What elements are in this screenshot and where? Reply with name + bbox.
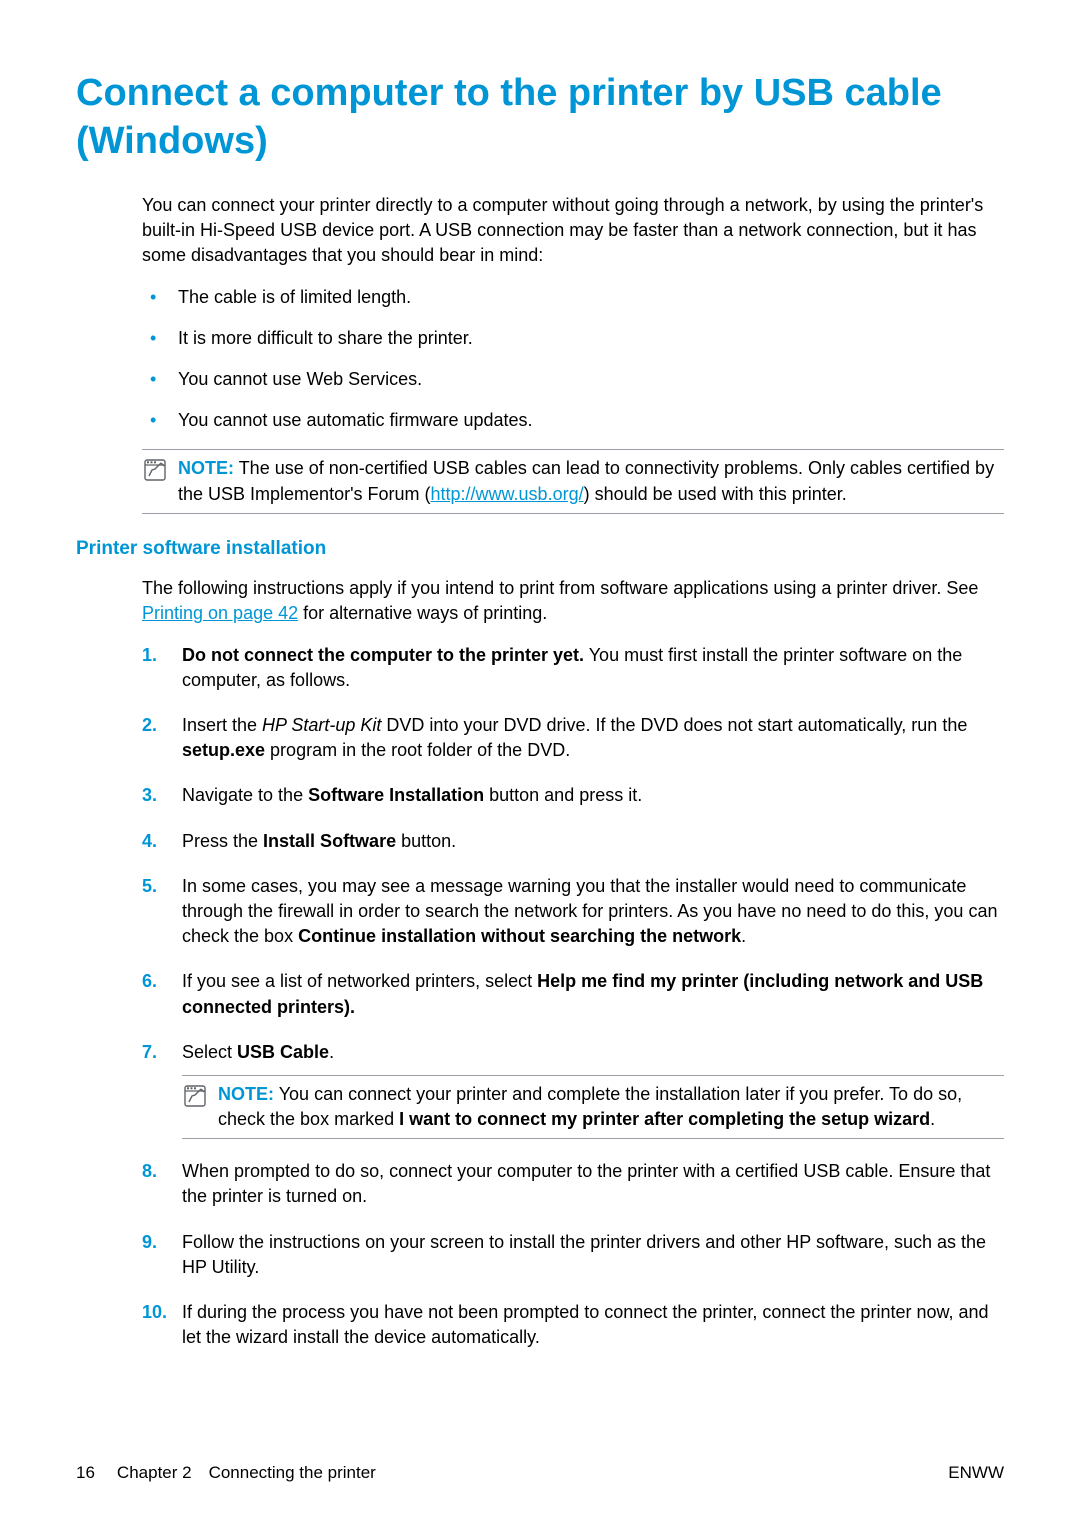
step-2-mid: DVD into your DVD drive. If the DVD does… (381, 715, 967, 735)
list-item: You cannot use automatic firmware update… (142, 408, 1004, 433)
chapter-label: Chapter 2 Connecting the printer (117, 1461, 376, 1485)
step-4: Press the Install Software button. (142, 829, 1004, 854)
note-icon (142, 456, 170, 484)
step-6: If you see a list of networked printers,… (142, 969, 1004, 1019)
step-8: When prompted to do so, connect your com… (142, 1159, 1004, 1209)
sub-intro: The following instructions apply if you … (142, 576, 1004, 626)
step-7-bold: USB Cable (237, 1042, 329, 1062)
list-item: You cannot use Web Services. (142, 367, 1004, 392)
sub-intro-post: for alternative ways of printing. (298, 603, 547, 623)
note-label: NOTE: (178, 458, 234, 478)
step-7-note-post: . (930, 1109, 935, 1129)
step-7-pre: Select (182, 1042, 237, 1062)
note-icon (182, 1082, 210, 1110)
list-item: The cable is of limited length. (142, 285, 1004, 310)
note-content-post: ) should be used with this printer. (584, 484, 847, 504)
step-2-bold: setup.exe (182, 740, 265, 760)
page-number: 16 (76, 1461, 95, 1485)
step-7-post: . (329, 1042, 334, 1062)
step-2: Insert the HP Start-up Kit DVD into your… (142, 713, 1004, 763)
usb-org-link[interactable]: http://www.usb.org/ (431, 484, 584, 504)
intro-paragraph: You can connect your printer directly to… (142, 193, 1004, 269)
step-9: Follow the instructions on your screen t… (142, 1230, 1004, 1280)
step-3: Navigate to the Software Installation bu… (142, 783, 1004, 808)
sub-intro-pre: The following instructions apply if you … (142, 578, 978, 598)
footer-right: ENWW (948, 1461, 1004, 1485)
step-7-note: NOTE: You can connect your printer and c… (182, 1075, 1004, 1139)
installation-steps: Do not connect the computer to the print… (142, 643, 1004, 1351)
subheading: Printer software installation (76, 536, 1004, 563)
step-2-italic: HP Start-up Kit (262, 715, 381, 735)
page-heading: Connect a computer to the printer by USB… (76, 70, 1004, 165)
step-7-note-bold: I want to connect my printer after compl… (399, 1109, 930, 1129)
step-5: In some cases, you may see a message war… (142, 874, 1004, 950)
disadvantages-list: The cable is of limited length. It is mo… (142, 285, 1004, 434)
step-3-pre: Navigate to the (182, 785, 308, 805)
step-7: Select USB Cable. (142, 1040, 1004, 1140)
step-4-bold: Install Software (263, 831, 396, 851)
step-3-bold: Software Installation (308, 785, 484, 805)
step-2-post: program in the root folder of the DVD. (265, 740, 570, 760)
step-2-pre: Insert the (182, 715, 262, 735)
page-footer: 16 Chapter 2 Connecting the printer ENWW (76, 1461, 1004, 1485)
note-text: NOTE: The use of non-certified USB cable… (178, 456, 1004, 506)
step-1-bold: Do not connect the computer to the print… (182, 645, 584, 665)
step-5-bold: Continue installation without searching … (298, 926, 741, 946)
list-item: It is more difficult to share the printe… (142, 326, 1004, 351)
step-4-post: button. (396, 831, 456, 851)
note-label: NOTE: (218, 1084, 274, 1104)
step-10: If during the process you have not been … (142, 1300, 1004, 1350)
step-6-pre: If you see a list of networked printers,… (182, 971, 537, 991)
step-1: Do not connect the computer to the print… (142, 643, 1004, 693)
printing-page-link[interactable]: Printing on page 42 (142, 603, 298, 623)
step-3-post: button and press it. (484, 785, 642, 805)
step-5-post: . (741, 926, 746, 946)
step-4-pre: Press the (182, 831, 263, 851)
